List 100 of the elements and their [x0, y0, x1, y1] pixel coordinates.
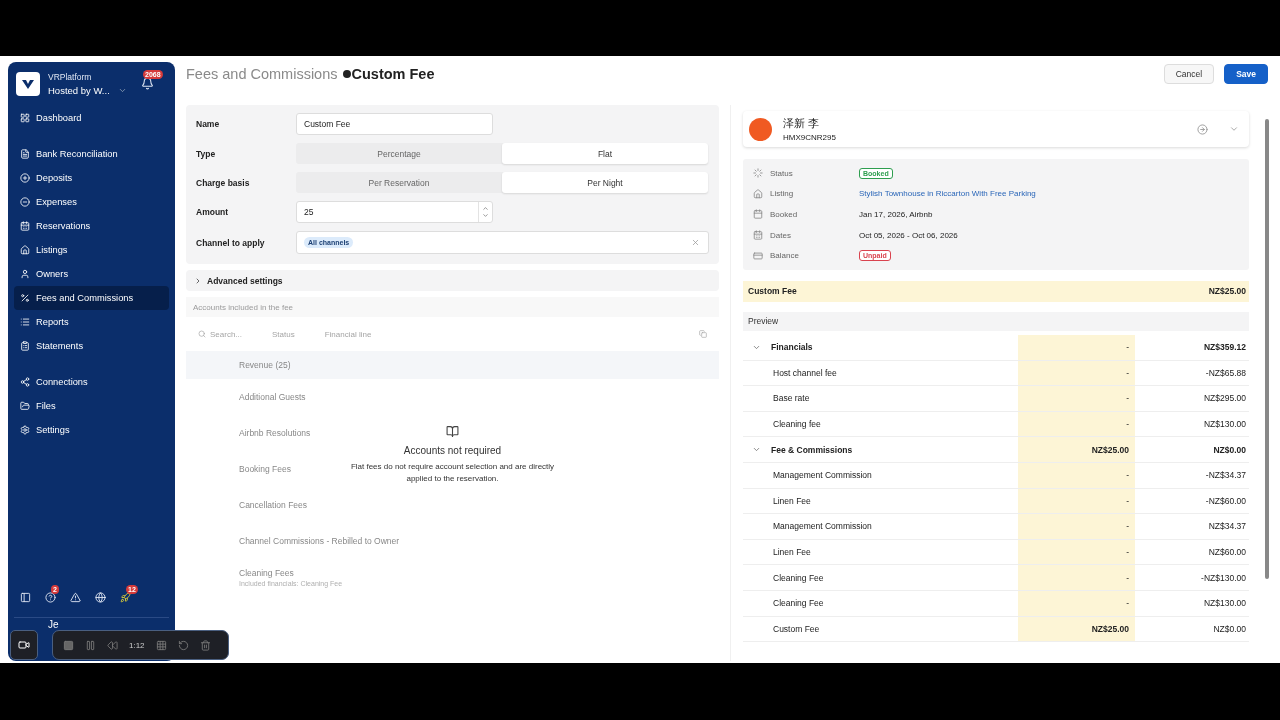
- preview-header: Preview: [743, 311, 1249, 331]
- restart-icon[interactable]: [177, 639, 189, 651]
- nav-item[interactable]: Fees and Commissions: [14, 286, 169, 310]
- save-button[interactable]: Save: [1224, 64, 1268, 84]
- bell-icon[interactable]: [141, 77, 154, 90]
- total-cell: NZ$359.12: [1203, 342, 1246, 353]
- nav-item[interactable]: Owners: [14, 262, 169, 286]
- settings-icon: [20, 425, 30, 435]
- fee-cell: NZ$25.00: [1091, 444, 1129, 455]
- section-title: Accounts included in the fee: [193, 302, 294, 312]
- detail-label: Booked: [770, 210, 798, 219]
- segment-option[interactable]: Flat: [502, 143, 708, 164]
- total-cell: NZ$0.00: [1213, 623, 1246, 634]
- reservation-code: HMX9CNR295: [783, 133, 837, 142]
- cancel-button[interactable]: Cancel: [1163, 64, 1215, 84]
- pause-icon[interactable]: [85, 639, 96, 651]
- field-label: Amount: [196, 207, 230, 217]
- field-label: Charge basis: [196, 177, 251, 188]
- nav-item[interactable]: Listings: [14, 238, 169, 262]
- recording-time: 1:12: [129, 640, 145, 650]
- fee-cell: -: [1126, 495, 1129, 506]
- chevron-icon[interactable]: [1229, 124, 1239, 134]
- minus-circle-icon: [20, 197, 30, 207]
- nav-item[interactable]: Statements: [14, 334, 169, 358]
- panel-icon[interactable]: [20, 592, 31, 603]
- nav-item[interactable]: Expenses: [14, 190, 169, 214]
- fee-amount: NZ$25.00: [1208, 286, 1246, 297]
- listing-link[interactable]: Stylish Townhouse in Riccarton With Free Parking: [859, 189, 1036, 199]
- total-cell: -NZ$60.00: [1205, 495, 1246, 506]
- row-label: Linen Fee: [773, 495, 811, 506]
- account-name: Channel Commissions - Rebilled to Owner: [239, 536, 400, 546]
- total-cell: NZ$130.00: [1203, 598, 1246, 609]
- amount-field[interactable]: 25: [296, 201, 493, 223]
- trash-icon[interactable]: [199, 639, 211, 651]
- plus-circle-icon: [20, 173, 30, 183]
- account-name: Additional Guests: [239, 392, 306, 402]
- calendar-icon: [20, 221, 30, 231]
- fee-cell: -: [1126, 598, 1129, 609]
- row-label: Linen Fee: [773, 547, 811, 557]
- share-icon: [20, 377, 30, 387]
- globe-icon[interactable]: [95, 592, 106, 603]
- detail-label: Dates: [770, 230, 791, 240]
- help-icon[interactable]: [45, 592, 56, 603]
- field-label: Type: [196, 148, 217, 159]
- nav-item[interactable]: Files: [14, 394, 169, 418]
- segment-option[interactable]: Percentage: [296, 143, 502, 164]
- detail-label: Listing: [770, 189, 794, 199]
- house-icon: [753, 188, 763, 199]
- breadcrumb-link[interactable]: Fees and Commissions: [186, 66, 338, 82]
- segment-option[interactable]: Per Night: [502, 172, 708, 193]
- chevron-icon[interactable]: [117, 86, 127, 95]
- grid-icon[interactable]: [155, 639, 167, 651]
- row-label: Management Commission: [773, 470, 872, 481]
- warning-icon[interactable]: [70, 592, 81, 603]
- clear-icon[interactable]: [691, 238, 700, 247]
- calendar-icon: [753, 209, 763, 220]
- segment-option[interactable]: Per Reservation: [296, 172, 502, 193]
- card-icon: [753, 250, 763, 261]
- fee-cell: -: [1126, 393, 1129, 404]
- camera-button[interactable]: [10, 630, 38, 660]
- detail-value: Oct 05, 2026 - Oct 06, 2026: [859, 230, 958, 240]
- guest-name: 泽新 李: [783, 116, 821, 131]
- total-cell: -NZ$65.88: [1205, 367, 1246, 378]
- arrow-circle-icon[interactable]: [1197, 123, 1208, 135]
- fee-cell: -: [1126, 470, 1129, 481]
- field-label: Channel to apply: [196, 237, 266, 248]
- total-cell: NZ$0.00: [1213, 444, 1246, 455]
- person-icon: [20, 269, 30, 279]
- rewind-icon[interactable]: [107, 639, 118, 651]
- rocket-icon[interactable]: [120, 592, 131, 603]
- stop-icon[interactable]: [63, 639, 74, 651]
- advanced-settings[interactable]: Advanced settings: [186, 270, 719, 291]
- org-name: VRPlatform: [48, 72, 93, 82]
- row-label: Custom Fee: [773, 623, 820, 634]
- fee-cell: -: [1126, 367, 1129, 378]
- nav-item[interactable]: Reports: [14, 310, 169, 334]
- nav-item[interactable]: Deposits: [14, 166, 169, 190]
- fee-cell: -: [1126, 342, 1129, 353]
- fee-cell: -: [1126, 521, 1129, 532]
- fee-cell: -: [1126, 572, 1129, 583]
- nav-item[interactable]: Connections: [14, 370, 169, 394]
- account-name: Cancellation Fees: [239, 500, 308, 510]
- calendar-icon: [753, 230, 763, 241]
- nav-item[interactable]: Settings: [14, 418, 169, 442]
- nav-item[interactable]: Dashboard: [14, 106, 169, 130]
- account-name[interactable]: Hosted by W...: [48, 85, 110, 96]
- document-icon: [20, 149, 30, 159]
- fee-label: Custom Fee: [748, 286, 797, 297]
- fee-cell: NZ$25.00: [1091, 623, 1129, 634]
- grid-icon: [20, 113, 30, 123]
- page-title: Custom Fee: [351, 66, 435, 82]
- account-name: Airbnb Resolutions: [239, 428, 311, 438]
- nav-item[interactable]: Bank Reconciliation: [14, 142, 169, 166]
- account-name: Booking Fees: [239, 464, 291, 474]
- name-field[interactable]: Custom Fee: [296, 113, 493, 135]
- nav-item[interactable]: Reservations: [14, 214, 169, 238]
- total-cell: -NZ$130.00: [1201, 572, 1246, 583]
- total-cell: NZ$34.37: [1208, 521, 1246, 532]
- list-icon: [20, 317, 30, 327]
- fee-cell: -: [1126, 419, 1129, 430]
